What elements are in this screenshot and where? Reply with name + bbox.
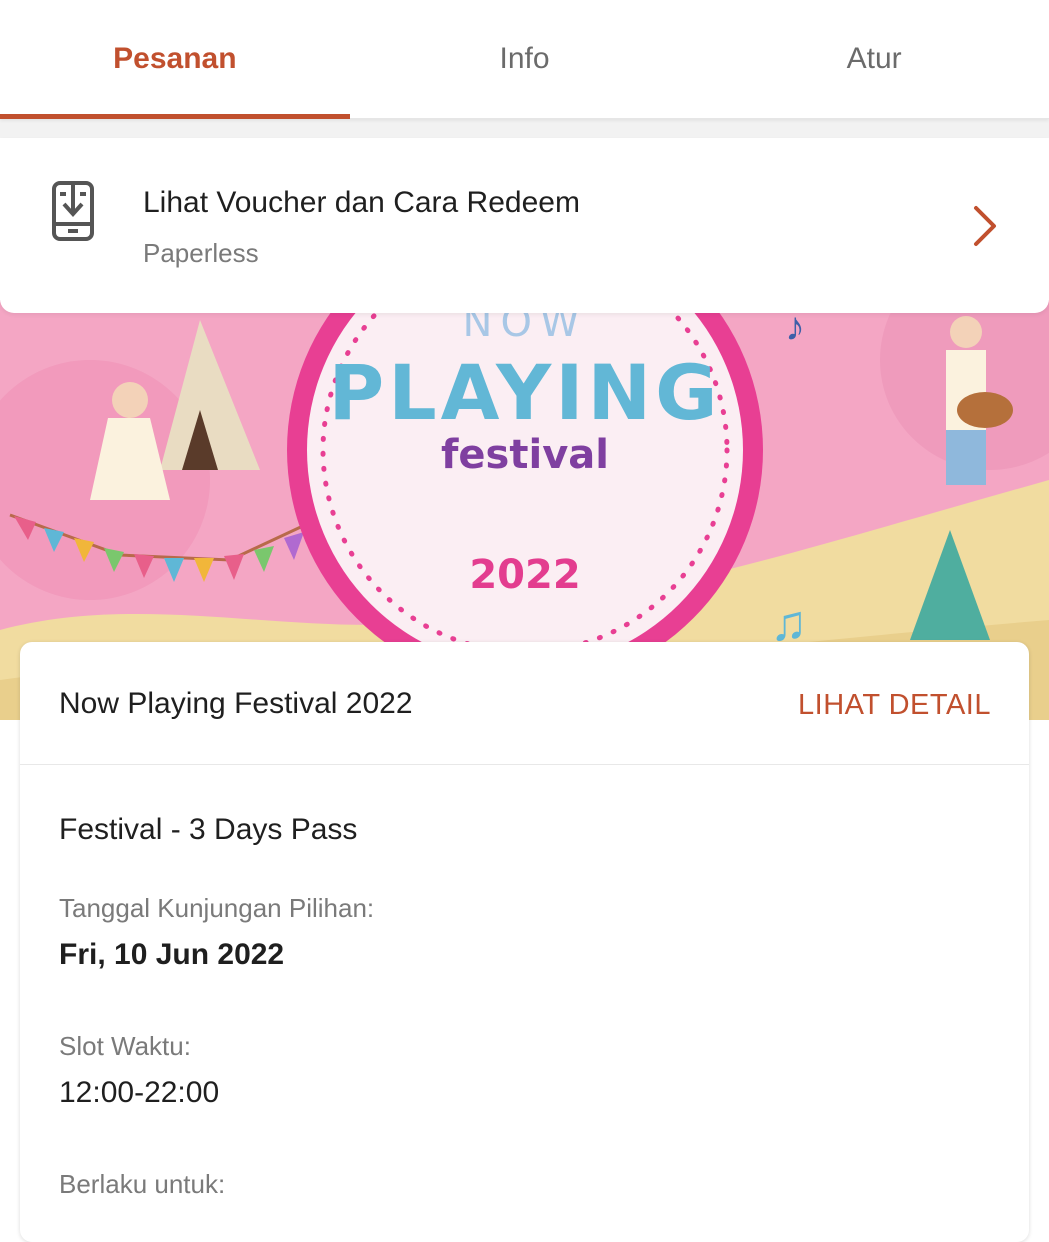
tab-info[interactable]: Info bbox=[350, 0, 700, 118]
voucher-subtitle: Paperless bbox=[143, 238, 259, 268]
event-title: Now Playing Festival 2022 bbox=[59, 687, 413, 720]
voucher-row[interactable]: Lihat Voucher dan Cara Redeem Paperless bbox=[0, 138, 1049, 313]
section-divider bbox=[0, 118, 1049, 138]
package-name: Festival - 3 Days Pass bbox=[59, 813, 358, 846]
event-card: Now Playing Festival 2022 LIHAT DETAIL F… bbox=[20, 642, 1029, 1242]
time-slot-value: 12:00-22:00 bbox=[59, 1076, 220, 1109]
banner-logo-festival: festival bbox=[441, 432, 609, 478]
tab-bar: Pesanan Info Atur bbox=[0, 0, 1049, 119]
banner-logo-year: 2022 bbox=[469, 552, 581, 598]
visit-date-label: Tanggal Kunjungan Pilihan: bbox=[59, 893, 375, 923]
tab-pesanan[interactable]: Pesanan bbox=[0, 0, 350, 119]
visit-date-value: Fri, 10 Jun 2022 bbox=[59, 938, 285, 971]
valid-for-label: Berlaku untuk: bbox=[59, 1169, 226, 1199]
tab-atur[interactable]: Atur bbox=[699, 0, 1049, 118]
view-detail-button[interactable]: LIHAT DETAIL bbox=[798, 689, 991, 722]
voucher-title: Lihat Voucher dan Cara Redeem bbox=[143, 186, 580, 219]
phone-download-icon bbox=[52, 181, 94, 241]
event-card-header: Now Playing Festival 2022 LIHAT DETAIL bbox=[20, 642, 1029, 765]
time-slot-label: Slot Waktu: bbox=[59, 1031, 191, 1061]
chevron-right-icon[interactable] bbox=[966, 204, 1002, 248]
banner-logo-playing: PLAYING bbox=[328, 348, 722, 437]
